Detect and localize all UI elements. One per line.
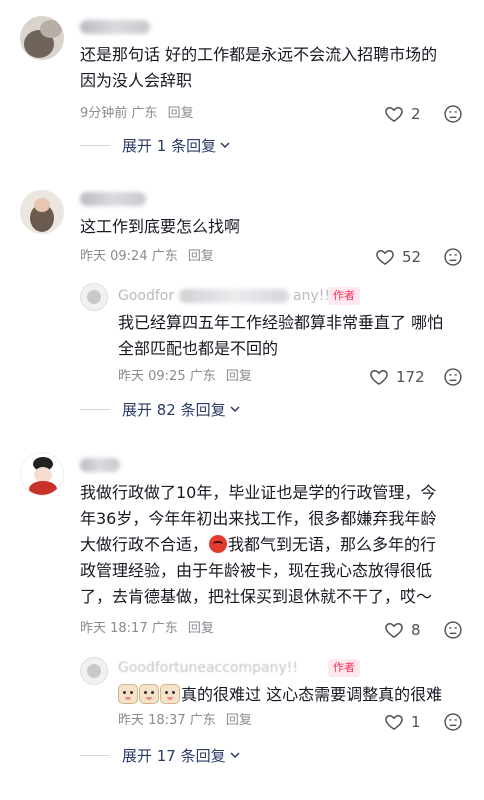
username[interactable] [80, 456, 120, 474]
reply-text: 真的很难过 这心态需要调整真的很难 [118, 682, 470, 708]
comment-3: 我做行政做了10年，毕业证也是学的行政管理，今 年36岁，今年年初出来找工作，很… [0, 0, 484, 800]
reply-button[interactable]: 回复 [226, 713, 252, 728]
unhappy-face-icon[interactable] [443, 620, 463, 640]
crying-dog-emoji [118, 684, 138, 704]
author-avatar[interactable] [80, 657, 108, 685]
expand-label: 展开 17 条回复 [122, 746, 226, 765]
avatar[interactable] [20, 452, 64, 496]
angry-face-emoji [209, 535, 228, 553]
expand-replies-button[interactable]: 展开 17 条回复 [80, 744, 240, 766]
crying-dog-emoji [160, 684, 180, 704]
like-button[interactable]: 1 [384, 711, 421, 733]
reply-time: 昨天 18:37 [118, 713, 186, 728]
reply-button[interactable]: 回复 [188, 621, 214, 636]
crying-dog-emoji [139, 684, 159, 704]
reply-text-content: 真的很难过 这心态需要调整真的很难 [181, 685, 443, 704]
reply-location: 广东 [189, 713, 216, 728]
like-button[interactable]: 8 [384, 619, 421, 641]
unhappy-face-icon[interactable] [443, 712, 463, 732]
heart-outline-icon [385, 714, 403, 730]
divider [80, 754, 110, 756]
comment-time: 昨天 18:17 [80, 621, 148, 636]
author-tag: 作者 [328, 659, 360, 677]
author-name-visible: Goodfortuneaccompany!! [118, 660, 298, 676]
like-count: 8 [411, 621, 421, 639]
like-count: 1 [411, 713, 421, 731]
heart-outline-icon [385, 622, 403, 638]
author-username[interactable]: Goodfortuneaccompany!! [118, 659, 298, 677]
chevron-down-icon [230, 752, 240, 759]
reply-meta: 昨天 18:37 广东 回复 [118, 712, 252, 730]
comment-location: 广东 [151, 621, 178, 636]
comment-meta: 昨天 18:17 广东 回复 [80, 620, 214, 638]
comment-text: 我做行政做了10年，毕业证也是学的行政管理，今 年36岁，今年年初出来找工作，很… [80, 480, 472, 610]
